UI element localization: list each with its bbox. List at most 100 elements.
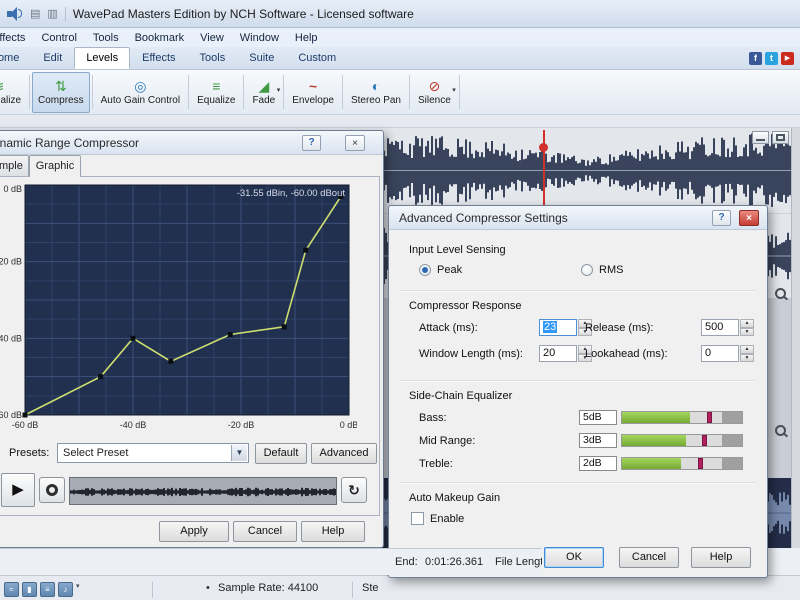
- tab-effects[interactable]: Effects: [130, 47, 187, 69]
- close-icon[interactable]: [345, 135, 365, 151]
- mid-range-label: Mid Range:: [419, 435, 476, 447]
- dropdown-arrow-icon[interactable]: [231, 445, 247, 461]
- attack-input[interactable]: 23: [539, 319, 577, 336]
- status-separator: [352, 582, 353, 598]
- spin-up-icon: [740, 345, 754, 354]
- ok-button[interactable]: OK: [544, 547, 604, 568]
- svg-text:-40 dB: -40 dB: [120, 420, 147, 430]
- slider-handle[interactable]: [697, 458, 703, 469]
- enable-label: Enable: [430, 513, 465, 525]
- attack-label: Attack (ms):: [419, 322, 478, 334]
- menu-control[interactable]: Control: [33, 30, 84, 46]
- menu-tools[interactable]: Tools: [85, 30, 127, 46]
- rms-radio[interactable]: [581, 264, 593, 276]
- silence-button[interactable]: Silence: [412, 72, 457, 113]
- help-icon[interactable]: [302, 135, 321, 151]
- tab-tools[interactable]: Tools: [188, 47, 238, 69]
- compressor-response-heading: Compressor Response: [409, 300, 522, 312]
- toolbar-separator: [409, 75, 410, 109]
- play-button[interactable]: [1, 473, 35, 507]
- lookahead-input[interactable]: 0: [701, 345, 739, 362]
- document-icon[interactable]: ▤: [30, 7, 40, 21]
- envelope-button[interactable]: Envelope: [286, 72, 340, 113]
- fade-icon: [258, 78, 269, 95]
- chevron-down-icon[interactable]: [277, 86, 281, 94]
- tab-edit[interactable]: Edit: [31, 47, 74, 69]
- youtube-icon[interactable]: [781, 52, 794, 65]
- child-maximize-button[interactable]: [772, 131, 789, 144]
- advanced-button[interactable]: Advanced: [311, 443, 377, 464]
- window-length-input[interactable]: 20: [539, 345, 577, 362]
- close-icon[interactable]: [739, 210, 759, 226]
- fade-button[interactable]: Fade: [246, 72, 281, 113]
- vertical-scrollbar[interactable]: [791, 128, 800, 548]
- bass-slider[interactable]: [621, 411, 743, 424]
- svg-text:0 dB: 0 dB: [340, 420, 357, 430]
- zoom-icon[interactable]: [774, 287, 788, 301]
- playback-cursor-handle[interactable]: [539, 143, 548, 152]
- record-button[interactable]: [39, 477, 65, 503]
- loop-button[interactable]: [341, 477, 367, 503]
- menu-window[interactable]: Window: [232, 30, 287, 46]
- default-button[interactable]: Default: [255, 443, 307, 464]
- dialog-title-bar[interactable]: Advanced Compressor Settings: [389, 206, 767, 230]
- chevron-down-icon[interactable]: [452, 86, 456, 94]
- svg-text:-31.55 dBin, -60.00 dBout: -31.55 dBin, -60.00 dBout: [237, 188, 346, 199]
- menu-bookmark[interactable]: Bookmark: [127, 30, 193, 46]
- preset-select[interactable]: Select Preset: [57, 443, 249, 463]
- tab-home[interactable]: Home: [0, 47, 31, 69]
- preview-waveform[interactable]: [69, 477, 337, 505]
- help-button[interactable]: Help: [301, 521, 365, 542]
- chevron-down-icon[interactable]: [76, 582, 80, 590]
- status-marker-icon[interactable]: [22, 582, 37, 597]
- release-input[interactable]: 500: [701, 319, 739, 336]
- auto-gain-control-button[interactable]: Auto Gain Control: [95, 72, 187, 113]
- help-icon[interactable]: [712, 210, 731, 226]
- tab-simple[interactable]: Simple: [0, 155, 29, 176]
- twitter-icon[interactable]: [765, 52, 778, 65]
- tab-suite[interactable]: Suite: [237, 47, 286, 69]
- slider-handle[interactable]: [702, 435, 708, 446]
- menu-effects[interactable]: Effects: [0, 30, 33, 46]
- tab-levels[interactable]: Levels: [74, 47, 131, 69]
- help-button[interactable]: Help: [691, 547, 751, 568]
- menu-help[interactable]: Help: [287, 30, 326, 46]
- slider-fill: [622, 458, 681, 469]
- dialog-title-bar[interactable]: Dynamic Range Compressor: [0, 131, 383, 155]
- spin-down-icon: [740, 327, 754, 336]
- slider-handle[interactable]: [707, 412, 713, 423]
- cancel-button[interactable]: Cancel: [233, 521, 297, 542]
- status-wave-icon[interactable]: [4, 582, 19, 597]
- enable-checkbox[interactable]: [411, 512, 424, 525]
- social-links: [749, 52, 800, 69]
- status-list-icon[interactable]: [40, 582, 55, 597]
- child-minimize-button[interactable]: [752, 131, 769, 144]
- tab-graphic[interactable]: Graphic: [29, 155, 81, 177]
- peak-radio[interactable]: [419, 264, 431, 276]
- sample-rate-label: Sample Rate: 44100: [218, 582, 319, 594]
- stereo-label: Ste: [362, 582, 379, 594]
- treble-slider[interactable]: [621, 457, 743, 470]
- auto-makeup-heading: Auto Makeup Gain: [409, 492, 501, 504]
- release-spinner[interactable]: [740, 319, 754, 336]
- status-note-icon[interactable]: [58, 582, 73, 597]
- apply-button[interactable]: Apply: [159, 521, 229, 542]
- equalize-button[interactable]: Equalize: [191, 72, 241, 113]
- slider-track-end: [722, 458, 742, 469]
- stereo-pan-button[interactable]: Stereo Pan: [345, 72, 407, 113]
- tab-custom[interactable]: Custom: [286, 47, 348, 69]
- compression-curve[interactable]: 0 dB -20 dB -40 dB -60 dB-60 dB -40 dB -20 dB…: [0, 181, 357, 441]
- cancel-button[interactable]: Cancel: [619, 547, 679, 568]
- compress-button[interactable]: Compress: [32, 71, 90, 113]
- clipboard-icon[interactable]: ▥: [47, 7, 57, 21]
- zoom-icon[interactable]: [774, 424, 788, 438]
- toolbar-separator: [243, 75, 245, 109]
- svg-text:0 dB: 0 dB: [3, 184, 22, 194]
- mid-range-slider[interactable]: [621, 434, 743, 447]
- normalize-button[interactable]: Normalize: [0, 72, 27, 113]
- release-label: Release (ms):: [585, 322, 654, 334]
- facebook-icon[interactable]: [749, 52, 762, 65]
- wavepad-window: ▤ ▥ WavePad Masters Edition by NCH Softw…: [0, 0, 800, 600]
- menu-view[interactable]: View: [192, 30, 232, 46]
- lookahead-spinner[interactable]: [740, 345, 754, 362]
